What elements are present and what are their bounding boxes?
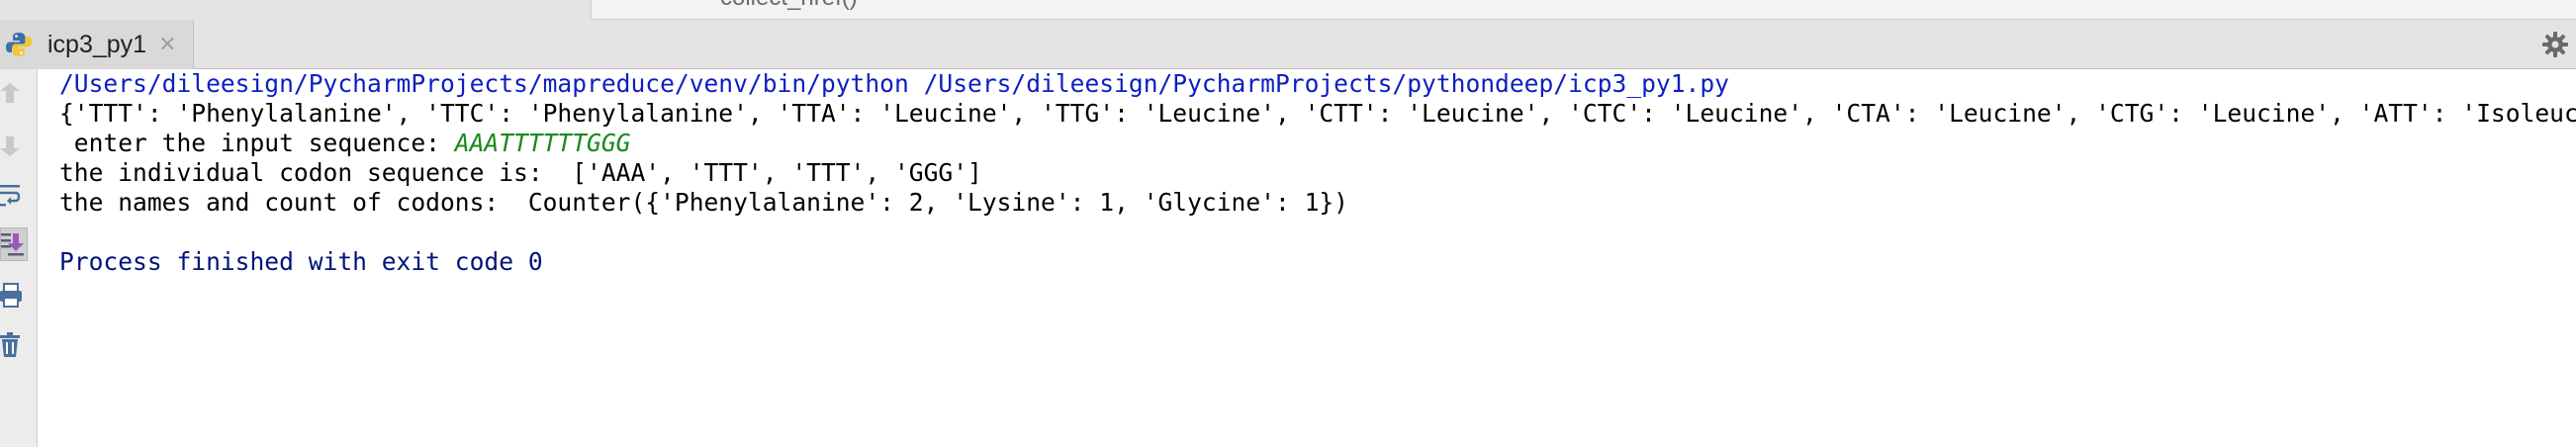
soft-wrap-icon [0, 185, 21, 207]
editor-peek: collect_href() [591, 0, 2576, 20]
exit-message: Process finished with exit code 0 [59, 247, 543, 276]
codon-sequence-output: the individual codon sequence is: ['AAA'… [59, 158, 982, 187]
python-icon [4, 30, 34, 59]
command-line: /Users/dileesign/PycharmProjects/mapredu… [59, 69, 1729, 98]
down-arrow-icon [0, 136, 20, 156]
editor-peek-text: collect_href() [720, 0, 858, 12]
soft-wrap-button[interactable] [0, 178, 30, 212]
print-icon [0, 283, 22, 308]
run-tab-bar: collect_href() icp3_py1 × [0, 0, 2576, 69]
console-output[interactable]: /Users/dileesign/PycharmProjects/mapredu… [39, 69, 2576, 447]
close-icon[interactable]: × [158, 34, 176, 55]
scroll-to-end-button[interactable] [0, 227, 28, 261]
gear-icon[interactable] [2540, 30, 2570, 59]
input-prompt-line: enter the input sequence: AAATTTTTTGGG [59, 129, 2576, 158]
scroll-to-end-icon [1, 233, 24, 256]
print-button[interactable] [0, 279, 30, 313]
up-arrow-button[interactable] [0, 79, 30, 113]
run-toolbar [0, 69, 38, 447]
run-tool-window: collect_href() icp3_py1 × [0, 0, 2576, 447]
trash-icon [0, 332, 20, 357]
run-tab-label: icp3_py1 [47, 30, 147, 58]
up-arrow-icon [0, 83, 20, 103]
codon-dict-output: {'TTT': 'Phenylalanine', 'TTC': 'Phenyla… [59, 99, 2576, 128]
down-arrow-button[interactable] [0, 129, 30, 162]
clear-all-button[interactable] [0, 328, 30, 362]
user-input: AAATTTTTTGGG [454, 129, 631, 157]
input-prompt: enter the input sequence: [59, 129, 455, 157]
codon-count-output: the names and count of codons: Counter({… [59, 188, 1348, 217]
run-tab-icp3-py1[interactable]: icp3_py1 × [0, 20, 194, 69]
